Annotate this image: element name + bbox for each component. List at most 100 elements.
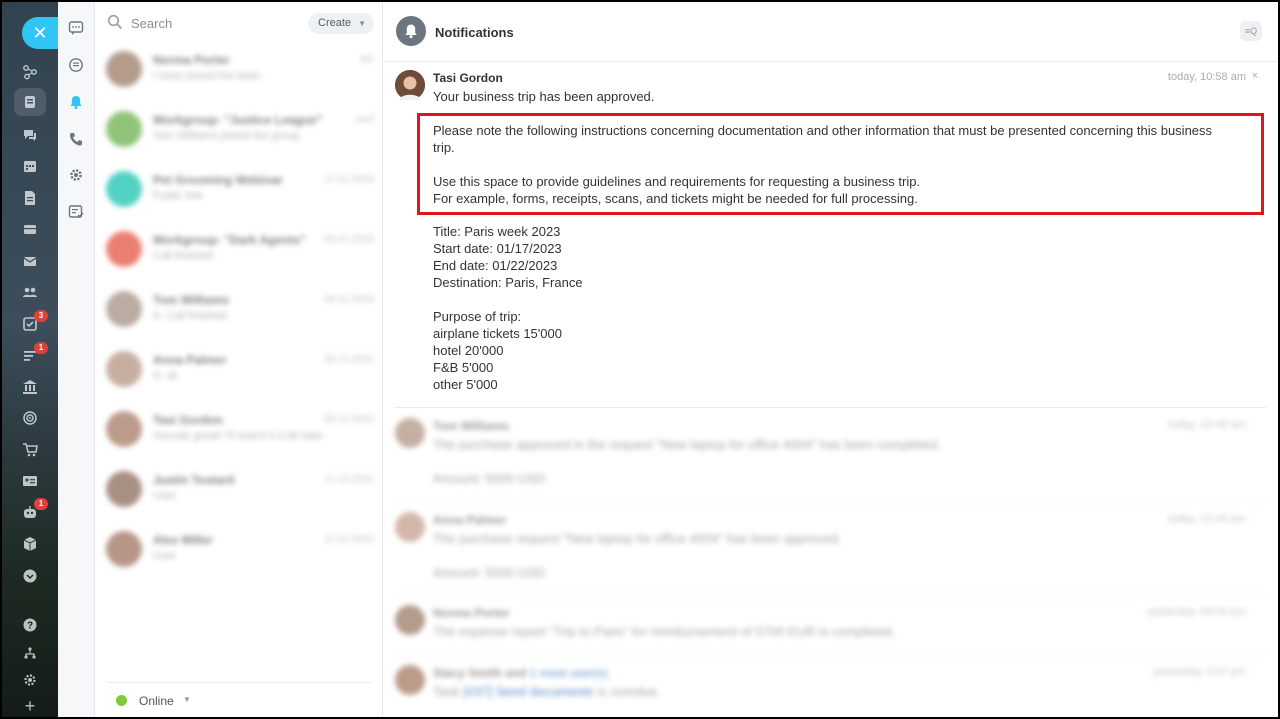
target-icon[interactable] [20,408,40,428]
chat-subtitle: Sounds great! I'll watch it a bit later [153,430,324,442]
robot-badge: 1 [34,498,48,510]
divider [394,655,1266,656]
search-box[interactable]: Search [107,12,287,34]
chat-name: Pet Grooming Webinar [153,173,283,187]
chats-tab-icon[interactable] [68,20,84,36]
network-icon[interactable] [20,62,40,82]
message-suffix: is overdue. [597,684,661,699]
chat-list-item[interactable]: Justin Testard User 11.10.2022 [95,460,383,520]
trip-end-date: End date: 01/22/2023 [433,258,558,273]
notification-message: Your business trip has been approved. [433,89,655,104]
trip-purpose-item: F&B 5'000 [433,360,494,375]
mail-icon[interactable] [20,251,40,271]
chat-date: 05.01.2023 [323,234,374,245]
chat-subtitle: User [153,550,177,562]
avatar [395,512,425,542]
chat-list-item[interactable]: Alex Miller User 11.10.2022 [95,520,383,580]
notification-time: today, 10:48 am [1167,419,1246,431]
avatar [395,605,425,635]
notification-message: Task [#37] Send documents is overdue. [433,684,661,699]
chat-list-item[interactable]: Tasi Gordon Sounds great! I'll watch it … [95,400,383,460]
tasks-badge: 3 [34,310,48,322]
notification-time: yesterday, 3:07 pm [1153,666,1246,678]
notification-message: The expense report "Trip to Paris" for r… [433,624,896,639]
search-placeholder: Search [131,16,173,31]
calendar-icon[interactable] [20,156,40,176]
chat-date: 08.01.2023 [323,294,374,305]
open-lines-icon[interactable] [68,57,84,73]
phone-icon[interactable] [68,131,84,147]
avatar [106,231,142,267]
task-list-icon[interactable] [68,204,84,220]
notification-author[interactable]: Tasi Gordon [433,71,503,85]
notification-author: Stacy Smith and 1 more user(s) [433,666,608,680]
status-selector[interactable]: Online ▼ [107,682,371,718]
chat-name: Anna Palmer [153,353,227,367]
chat-list-item[interactable]: Norma Porter I have joined the team Mo [95,40,383,100]
more-users-link[interactable]: 1 more user(s) [530,666,608,680]
chat-list-panel: Search Create ▼ Norma Porter I have join… [95,0,383,719]
settings-icon[interactable] [68,167,84,183]
avatar [395,665,425,695]
chat-icon[interactable] [20,125,40,145]
notification-time: yesterday, 04:00 pm [1147,606,1246,618]
add-icon[interactable]: + [20,696,40,716]
notifications-search-button[interactable]: ≡Q [1240,21,1262,41]
search-icon [107,14,123,30]
document-icon[interactable] [20,188,40,208]
chevron-down-icon: ▼ [358,19,366,28]
notification-time: today, 10:58 am [1167,71,1246,83]
close-notification-icon[interactable]: × [1252,70,1258,82]
notification-message: The purchase approved in the request "Ne… [433,437,941,452]
task-link[interactable]: [#37] Send documents [463,684,593,699]
avatar [106,531,142,567]
chat-list-item[interactable]: Tom Williams A: Call finished 08.01.2023 [95,280,383,340]
notifications-bell-icon[interactable] [68,94,84,110]
notification-author: Anna Palmer [433,513,507,527]
notification-detail: Amount: 5000 USD [433,565,546,580]
avatar [395,70,425,100]
chat-date: 11.10.2022 [324,534,374,545]
trip-purpose-item: hotel 20'000 [433,343,504,358]
avatar [106,411,142,447]
chat-subtitle: A: Call finished [153,310,227,322]
svg-text:?: ? [27,621,33,632]
avatar [395,418,425,448]
trip-title: Title: Paris week 2023 [433,224,561,239]
employees-icon[interactable] [20,282,40,302]
drive-icon[interactable] [20,219,40,239]
sitemap-icon[interactable] [20,643,40,663]
more-chevron-icon[interactable] [20,566,40,586]
app-rail: ✕ 3 1 1 ? + [0,0,58,719]
close-icon[interactable]: ✕ [22,17,58,49]
contact-card-icon[interactable] [20,471,40,491]
notification-author: Norma Porter [433,606,510,620]
chat-subtitle: Tom Williams joined the group [153,130,300,142]
chat-list-item[interactable]: Workgroup: "Justice League" Tom Williams… [95,100,383,160]
box-icon[interactable] [20,534,40,554]
bank-icon[interactable] [20,377,40,397]
chat-list-item[interactable]: Pet Grooming Webinar Public link 17.01.2… [95,160,383,220]
chat-list-item[interactable]: Workgroup: "Dark Agents" Call finished 0… [95,220,383,280]
chat-name: Workgroup: "Dark Agents" [153,233,306,247]
avatar [106,51,142,87]
notification-detail: Amount: 5000 USD [433,471,546,486]
create-button[interactable]: Create ▼ [308,13,374,34]
instructions-line: Please note the following instructions c… [433,123,1213,138]
messenger-icon[interactable] [20,92,40,112]
help-icon[interactable]: ? [20,615,40,635]
chat-list-item[interactable]: Anna Palmer A: ok 30.12.2022 [95,340,383,400]
trip-destination: Destination: Paris, France [433,275,583,290]
notification-author: Tom Williams [433,419,510,433]
divider [394,407,1266,408]
messenger-nav [58,0,95,719]
avatar [106,171,142,207]
settings-gear-icon[interactable] [20,670,40,690]
trip-purpose-item: other 5'000 [433,377,498,392]
chat-subtitle: Public link [153,190,203,202]
chat-subtitle: Call finished [153,250,213,262]
instructions-line: For example, forms, receipts, scans, and… [433,191,918,206]
feed-badge: 1 [34,342,48,354]
avatar [106,111,142,147]
cart-icon[interactable] [20,440,40,460]
